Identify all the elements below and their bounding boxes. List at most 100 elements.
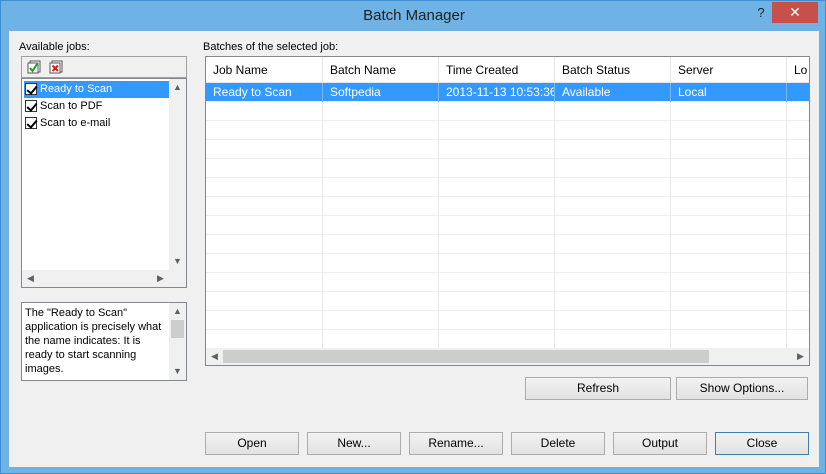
scroll-right-icon[interactable]: ▶ (152, 270, 169, 287)
job-description-box: The "Ready to Scan" application is preci… (21, 302, 187, 381)
empty-cell (323, 235, 439, 254)
empty-cell (671, 197, 787, 216)
empty-cell (555, 235, 671, 254)
empty-cell (555, 216, 671, 235)
description-vertical-scrollbar[interactable]: ▲ ▼ (169, 303, 186, 380)
empty-cell (439, 216, 555, 235)
scroll-thumb[interactable] (171, 320, 184, 338)
empty-cell (439, 159, 555, 178)
uncheck-all-icon[interactable] (49, 60, 63, 74)
scroll-down-icon[interactable]: ▼ (169, 363, 186, 380)
table-row[interactable]: Ready to Scan Softpedia 2013-11-13 10:53… (206, 83, 809, 102)
empty-cell (206, 102, 323, 121)
empty-cell (787, 330, 809, 348)
empty-table-row (206, 235, 809, 254)
empty-cell (206, 121, 323, 140)
cell-batch-status: Available (555, 83, 671, 102)
column-header-server[interactable]: Server (671, 57, 787, 83)
scroll-up-icon[interactable]: ▲ (169, 79, 186, 96)
empty-cell (671, 273, 787, 292)
show-options-button[interactable]: Show Options... (676, 377, 808, 400)
empty-cell (787, 292, 809, 311)
batches-horizontal-scrollbar[interactable]: ◀ ▶ (206, 348, 809, 365)
new-button[interactable]: New... (307, 432, 401, 455)
check-all-icon[interactable] (27, 60, 41, 74)
column-header-batch-name[interactable]: Batch Name (323, 57, 439, 83)
scroll-left-icon[interactable]: ◀ (22, 270, 39, 287)
cell-server: Local (671, 83, 787, 102)
empty-cell (555, 102, 671, 121)
empty-cell (439, 102, 555, 121)
empty-cell (787, 121, 809, 140)
batches-grid[interactable]: Job Name Batch Name Time Created Batch S… (205, 56, 810, 366)
job-checkbox[interactable] (25, 83, 37, 95)
empty-cell (206, 311, 323, 330)
job-checkbox[interactable] (25, 100, 37, 112)
empty-cell (323, 273, 439, 292)
grid-body: Ready to Scan Softpedia 2013-11-13 10:53… (206, 83, 809, 348)
empty-cell (671, 140, 787, 159)
empty-cell (439, 178, 555, 197)
scroll-down-icon[interactable]: ▼ (169, 253, 186, 270)
empty-cell (787, 159, 809, 178)
close-window-button[interactable]: ✕ (772, 2, 818, 23)
column-header-lo[interactable]: Lo (787, 57, 809, 83)
empty-cell (787, 140, 809, 159)
empty-cell (671, 311, 787, 330)
empty-table-row (206, 254, 809, 273)
jobs-horizontal-scrollbar[interactable]: ◀ ▶ (22, 270, 169, 287)
column-header-job-name[interactable]: Job Name (206, 57, 323, 83)
empty-cell (787, 102, 809, 121)
cell-time-created: 2013-11-13 10:53:36 (439, 83, 555, 102)
column-header-batch-status[interactable]: Batch Status (555, 57, 671, 83)
delete-button[interactable]: Delete (511, 432, 605, 455)
empty-cell (439, 254, 555, 273)
empty-cell (671, 178, 787, 197)
empty-cell (671, 159, 787, 178)
scroll-right-icon[interactable]: ▶ (792, 348, 809, 365)
empty-cell (439, 121, 555, 140)
empty-cell (323, 292, 439, 311)
cell-batch-name: Softpedia (323, 83, 439, 102)
output-button[interactable]: Output (613, 432, 707, 455)
empty-cell (439, 330, 555, 348)
empty-cell (323, 311, 439, 330)
close-button[interactable]: Close (715, 432, 809, 455)
empty-cell (206, 254, 323, 273)
grid-header: Job Name Batch Name Time Created Batch S… (206, 57, 809, 83)
empty-cell (323, 330, 439, 348)
help-button[interactable]: ? (751, 3, 771, 23)
batches-label: Batches of the selected job: (203, 41, 339, 53)
empty-cell (206, 292, 323, 311)
available-jobs-label: Available jobs: (19, 41, 90, 53)
empty-cell (555, 254, 671, 273)
dialog-body: Available jobs: Ready to Scan Scan to PD… (9, 31, 819, 467)
open-button[interactable]: Open (205, 432, 299, 455)
list-item[interactable]: Scan to e-mail (24, 115, 170, 132)
empty-cell (671, 102, 787, 121)
scroll-up-icon[interactable]: ▲ (169, 303, 186, 320)
empty-cell (439, 273, 555, 292)
empty-cell (555, 121, 671, 140)
rename-button[interactable]: Rename... (409, 432, 503, 455)
empty-cell (206, 197, 323, 216)
empty-table-row (206, 140, 809, 159)
job-checkbox[interactable] (25, 117, 37, 129)
empty-cell (323, 197, 439, 216)
jobs-vertical-scrollbar[interactable]: ▲ ▼ (169, 79, 186, 270)
empty-cell (671, 330, 787, 348)
empty-cell (787, 311, 809, 330)
title-bar[interactable]: Batch Manager ? ✕ (1, 1, 826, 31)
jobs-list[interactable]: Ready to Scan Scan to PDF Scan to e-mail… (21, 78, 187, 288)
refresh-button[interactable]: Refresh (525, 377, 671, 400)
empty-cell (555, 330, 671, 348)
scroll-left-icon[interactable]: ◀ (206, 348, 223, 365)
job-label: Scan to PDF (40, 100, 103, 112)
list-item[interactable]: Scan to PDF (24, 98, 170, 115)
empty-cell (555, 273, 671, 292)
batch-manager-window: Batch Manager ? ✕ Available jobs: Ready … (0, 0, 826, 474)
empty-table-row (206, 102, 809, 121)
scroll-thumb[interactable] (223, 350, 709, 363)
list-item[interactable]: Ready to Scan (24, 81, 170, 98)
column-header-time-created[interactable]: Time Created (439, 57, 555, 83)
